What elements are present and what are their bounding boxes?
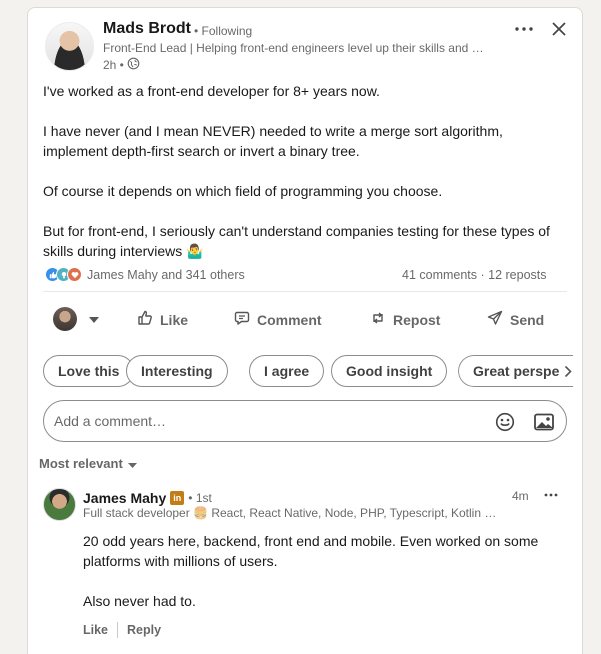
actor-avatar bbox=[53, 307, 77, 331]
comment-input-box[interactable]: Add a comment… bbox=[43, 400, 567, 442]
quick-reaction-chip[interactable]: Great perspe bbox=[458, 355, 573, 387]
close-icon[interactable] bbox=[548, 18, 570, 40]
post-meta: 2h • bbox=[103, 57, 140, 73]
love-reaction-icon bbox=[67, 267, 82, 282]
commenter-avatar[interactable] bbox=[43, 488, 76, 521]
author-name[interactable]: Mads Brodt bbox=[103, 20, 191, 38]
like-button[interactable]: Like bbox=[137, 310, 188, 329]
commenter-name[interactable]: James Mahy bbox=[83, 490, 166, 506]
commenter-name-row: James Mahy in • 1st bbox=[83, 490, 212, 506]
comment-actions: Like Reply bbox=[83, 622, 161, 638]
caret-down-icon bbox=[127, 456, 137, 471]
author-headline: Front-End Lead | Helping front-end engin… bbox=[103, 41, 484, 55]
comment-reply-button[interactable]: Reply bbox=[127, 623, 161, 637]
comment-more-icon[interactable] bbox=[541, 488, 561, 502]
quick-reaction-chip[interactable]: Good insight bbox=[331, 355, 448, 387]
comment-sort-dropdown[interactable]: Most relevant bbox=[39, 456, 137, 471]
comment-paragraph: 20 odd years here, backend, front end an… bbox=[83, 533, 539, 569]
comments-reposts-count[interactable]: 41 comments · 12 reposts bbox=[402, 268, 547, 282]
quick-reaction-chip[interactable]: Interesting bbox=[126, 355, 228, 387]
comment-time: 4m bbox=[512, 489, 529, 503]
post-paragraph: I have never (and I mean NEVER) needed t… bbox=[43, 123, 503, 159]
commenter-headline: Full stack developer 🍔 React, React Nati… bbox=[83, 506, 497, 520]
caret-down-icon bbox=[89, 310, 99, 328]
reaction-icons[interactable] bbox=[45, 267, 82, 282]
actor-switcher[interactable] bbox=[53, 307, 99, 331]
post-paragraph: I've worked as a front-end developer for… bbox=[43, 83, 380, 99]
comment-icon bbox=[234, 310, 250, 329]
chevron-right-icon[interactable] bbox=[561, 363, 575, 379]
send-button[interactable]: Send bbox=[487, 310, 544, 329]
quick-reaction-chip[interactable]: I agree bbox=[249, 355, 325, 387]
divider bbox=[117, 622, 119, 638]
comment-label: Comment bbox=[257, 311, 322, 328]
comment-like-button[interactable]: Like bbox=[83, 623, 108, 637]
post-paragraph: Of course it depends on which field of p… bbox=[43, 183, 443, 199]
reactors-summary[interactable]: James Mahy and 341 others bbox=[87, 268, 245, 282]
globe-icon bbox=[127, 57, 140, 73]
follow-status: • Following bbox=[194, 24, 253, 38]
post-card: Mads Brodt • Following Front-End Lead | … bbox=[27, 7, 583, 654]
quick-reaction-chip[interactable]: Love this bbox=[43, 355, 135, 387]
divider bbox=[43, 291, 567, 292]
sort-label: Most relevant bbox=[39, 456, 123, 471]
linkedin-premium-icon: in bbox=[170, 491, 185, 505]
comment-text: 20 odd years here, backend, front end an… bbox=[83, 531, 553, 611]
comment-input[interactable]: Add a comment… bbox=[54, 413, 166, 429]
author-avatar[interactable] bbox=[45, 22, 94, 71]
quick-reaction-overflow: Great perspe bbox=[458, 355, 573, 387]
send-icon bbox=[487, 310, 503, 329]
emoji-icon[interactable] bbox=[494, 411, 516, 433]
comment-button[interactable]: Comment bbox=[234, 310, 322, 329]
thumbs-up-icon bbox=[137, 310, 153, 329]
post-time: 2h • bbox=[103, 58, 124, 72]
more-options-icon[interactable] bbox=[512, 19, 536, 39]
connection-degree: • 1st bbox=[188, 491, 212, 505]
post-text: I've worked as a front-end developer for… bbox=[43, 81, 563, 261]
repost-icon bbox=[370, 310, 386, 329]
comment-paragraph: Also never had to. bbox=[83, 593, 196, 609]
repost-label: Repost bbox=[393, 311, 441, 328]
send-label: Send bbox=[510, 311, 545, 328]
repost-button[interactable]: Repost bbox=[370, 310, 440, 329]
image-icon[interactable] bbox=[533, 411, 555, 433]
like-label: Like bbox=[160, 311, 189, 328]
post-paragraph: But for front-end, I seriously can't und… bbox=[43, 223, 550, 259]
